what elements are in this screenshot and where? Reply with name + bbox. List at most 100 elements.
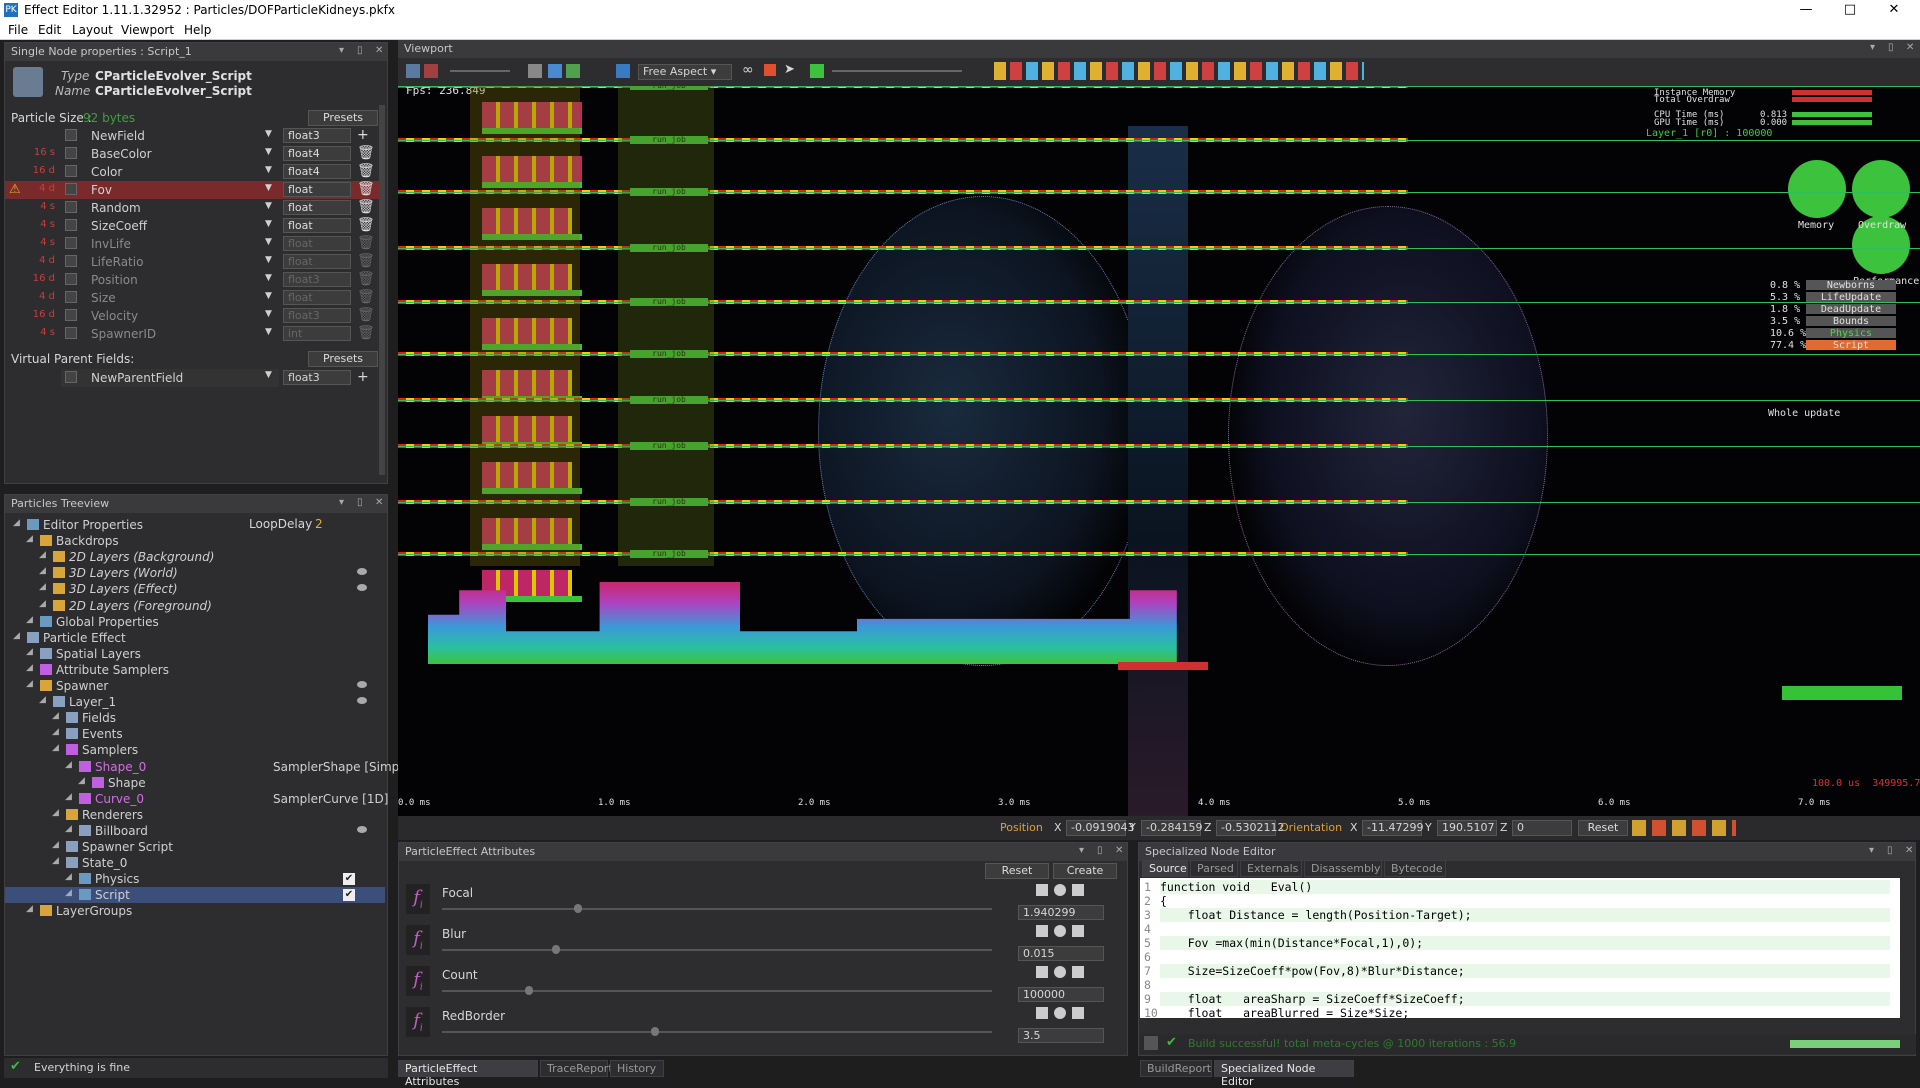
tab-bottom-1[interactable]: Specialized Node Editor	[1214, 1060, 1354, 1088]
pos-y-field[interactable]: -0.284159	[1141, 820, 1202, 836]
delete-icon[interactable]	[1072, 1007, 1084, 1019]
add-icon[interactable]: +	[357, 369, 369, 385]
delete-icon[interactable]: 🗑	[357, 181, 375, 197]
chevron-down-icon[interactable]: ▼	[265, 237, 272, 247]
pos-x-field[interactable]: -0.0919043	[1066, 820, 1134, 836]
tree-item[interactable]: ◢ Physics	[5, 871, 385, 887]
aspect-dropdown[interactable]: Free Aspect ▾	[638, 64, 732, 80]
enabled-checkbox[interactable]: ✔	[343, 873, 355, 886]
attributes-reset-button[interactable]: Reset	[985, 863, 1049, 879]
tree-item[interactable]: ◢ Backdrops	[5, 533, 385, 549]
tree-item[interactable]: ◢ Events	[5, 726, 385, 742]
field-type[interactable]: float	[283, 254, 351, 269]
chevron-down-icon[interactable]: ▼	[265, 129, 272, 139]
field-name[interactable]: Color	[91, 165, 122, 179]
field-toggle-icon[interactable]	[65, 183, 77, 195]
chevron-down-icon[interactable]: ▼	[265, 165, 272, 175]
close-icon[interactable]: ✕	[375, 497, 383, 508]
code-scrollbar[interactable]	[1902, 878, 1912, 1018]
gear-icon[interactable]	[1054, 925, 1066, 937]
eye-icon[interactable]	[357, 825, 367, 833]
menu-help[interactable]: Help	[184, 23, 211, 37]
expand-icon[interactable]: ◢	[52, 808, 59, 818]
tree-item[interactable]: ◢ Curve_0 SamplerCurve [1D]	[5, 791, 388, 807]
slider-knob[interactable]	[525, 986, 533, 995]
grid-icon[interactable]	[1036, 884, 1048, 896]
field-type[interactable]: float	[283, 200, 351, 215]
debug-toggles-icon[interactable]	[994, 62, 1364, 80]
field-row[interactable]: 4 s InvLife ▼ float 🗑	[5, 235, 385, 253]
tree-item[interactable]: ◢ Global Properties	[5, 614, 385, 630]
expand-icon[interactable]: ◢	[65, 824, 72, 834]
menu-file[interactable]: File	[8, 23, 28, 37]
or-y-field[interactable]: 190.5107	[1437, 820, 1497, 836]
field-name[interactable]: Position	[91, 273, 138, 287]
delete-icon[interactable]: 🗑	[357, 253, 375, 269]
slider-knob[interactable]	[574, 904, 582, 913]
expand-icon[interactable]: ◢	[52, 840, 59, 850]
delete-icon[interactable]: 🗑	[357, 199, 375, 215]
virtual-field-row[interactable]: NewParentField ▼	[61, 369, 279, 387]
chevron-down-icon[interactable]: ▼	[265, 327, 272, 337]
tree-item[interactable]: ◢ 3D Layers (Effect)	[5, 581, 385, 597]
code-line[interactable]: float areaSharp = SizeCoeff*SizeCoeff;	[1160, 992, 1890, 1006]
field-name[interactable]: InvLife	[91, 237, 131, 251]
field-toggle-icon[interactable]	[65, 291, 77, 303]
delete-icon[interactable]	[1072, 925, 1084, 937]
code-line[interactable]: float Distance = length(Position-Target)…	[1160, 908, 1890, 922]
pin-icon[interactable]: ▯	[357, 45, 363, 56]
pin-icon[interactable]: ▯	[1887, 845, 1893, 856]
field-row[interactable]: 4 d LifeRatio ▼ float 🗑	[5, 253, 385, 271]
tab-editor-4[interactable]: Bytecode	[1384, 860, 1446, 877]
field-name[interactable]: Velocity	[91, 309, 138, 323]
attribute-value[interactable]: 100000	[1018, 987, 1104, 1002]
dropdown-icon[interactable]: ▾	[339, 45, 344, 56]
presets-button[interactable]: Presets	[308, 110, 378, 126]
loop-icon[interactable]: ∞	[742, 62, 754, 78]
tree-item[interactable]: ◢ LayerGroups	[5, 903, 385, 919]
expand-icon[interactable]: ◢	[65, 792, 72, 802]
tree-item[interactable]: ◢ 3D Layers (World)	[5, 565, 385, 581]
tree-item[interactable]: ◢ 2D Layers (Background)	[5, 549, 385, 565]
dropdown-icon[interactable]: ▾	[339, 497, 344, 508]
code-line[interactable]: Fov =max(min(Distance*Focal,1),0);	[1160, 936, 1890, 950]
expand-icon[interactable]: ◢	[13, 518, 20, 528]
chevron-down-icon[interactable]: ▼	[265, 370, 272, 380]
tree-item[interactable]: ◢ Samplers	[5, 742, 385, 758]
eye-icon[interactable]	[357, 681, 367, 688]
camera-icon[interactable]	[406, 64, 420, 78]
field-toggle-icon[interactable]	[65, 129, 77, 141]
tree-item[interactable]: ◢ Spatial Layers	[5, 646, 385, 662]
field-toggle-icon[interactable]	[65, 201, 77, 213]
pin-icon[interactable]: ▯	[1888, 42, 1894, 53]
expand-icon[interactable]: ◢	[39, 599, 46, 609]
delete-icon[interactable]: 🗑	[357, 271, 375, 287]
field-name[interactable]: Fov	[91, 183, 112, 197]
slider-knob[interactable]	[651, 1027, 659, 1036]
attribute-slider[interactable]	[442, 945, 992, 954]
tree-item[interactable]: ◢ Billboard	[5, 823, 385, 839]
code-line[interactable]: Size=SizeCoeff*pow(Fov,8)*Blur*Distance;	[1160, 964, 1890, 978]
dropdown-icon[interactable]: ▾	[1869, 845, 1874, 856]
expand-icon[interactable]: ◢	[26, 647, 33, 657]
tab-editor-1[interactable]: Parsed	[1190, 860, 1238, 877]
field-toggle-icon[interactable]	[65, 273, 77, 285]
tree-item[interactable]: ◢ Shape_0 SamplerShape [Simple]	[5, 759, 415, 775]
attribute-slider[interactable]	[442, 1027, 992, 1036]
field-toggle-icon[interactable]	[65, 371, 77, 383]
tree-item[interactable]: ◢ Layer_1	[5, 694, 385, 710]
scrollbar[interactable]	[379, 105, 385, 475]
grid-icon[interactable]	[1036, 925, 1048, 937]
field-type[interactable]: float4	[283, 164, 351, 179]
expand-icon[interactable]: ◢	[39, 695, 46, 705]
maximize-button[interactable]: □	[1828, 0, 1872, 21]
expand-icon[interactable]: ◢	[26, 904, 33, 914]
code-line[interactable]	[1160, 922, 1890, 936]
tree-item[interactable]: ◢ Spawner Script	[5, 839, 385, 855]
expand-icon[interactable]: ◢	[65, 888, 72, 898]
delete-icon[interactable]: 🗑	[357, 145, 375, 161]
record-icon[interactable]	[424, 64, 438, 78]
pos-z-field[interactable]: -0.5302112	[1216, 820, 1284, 836]
delete-icon[interactable]: 🗑	[357, 325, 375, 341]
field-row[interactable]: 16 d Velocity ▼ float3 🗑	[5, 307, 385, 325]
